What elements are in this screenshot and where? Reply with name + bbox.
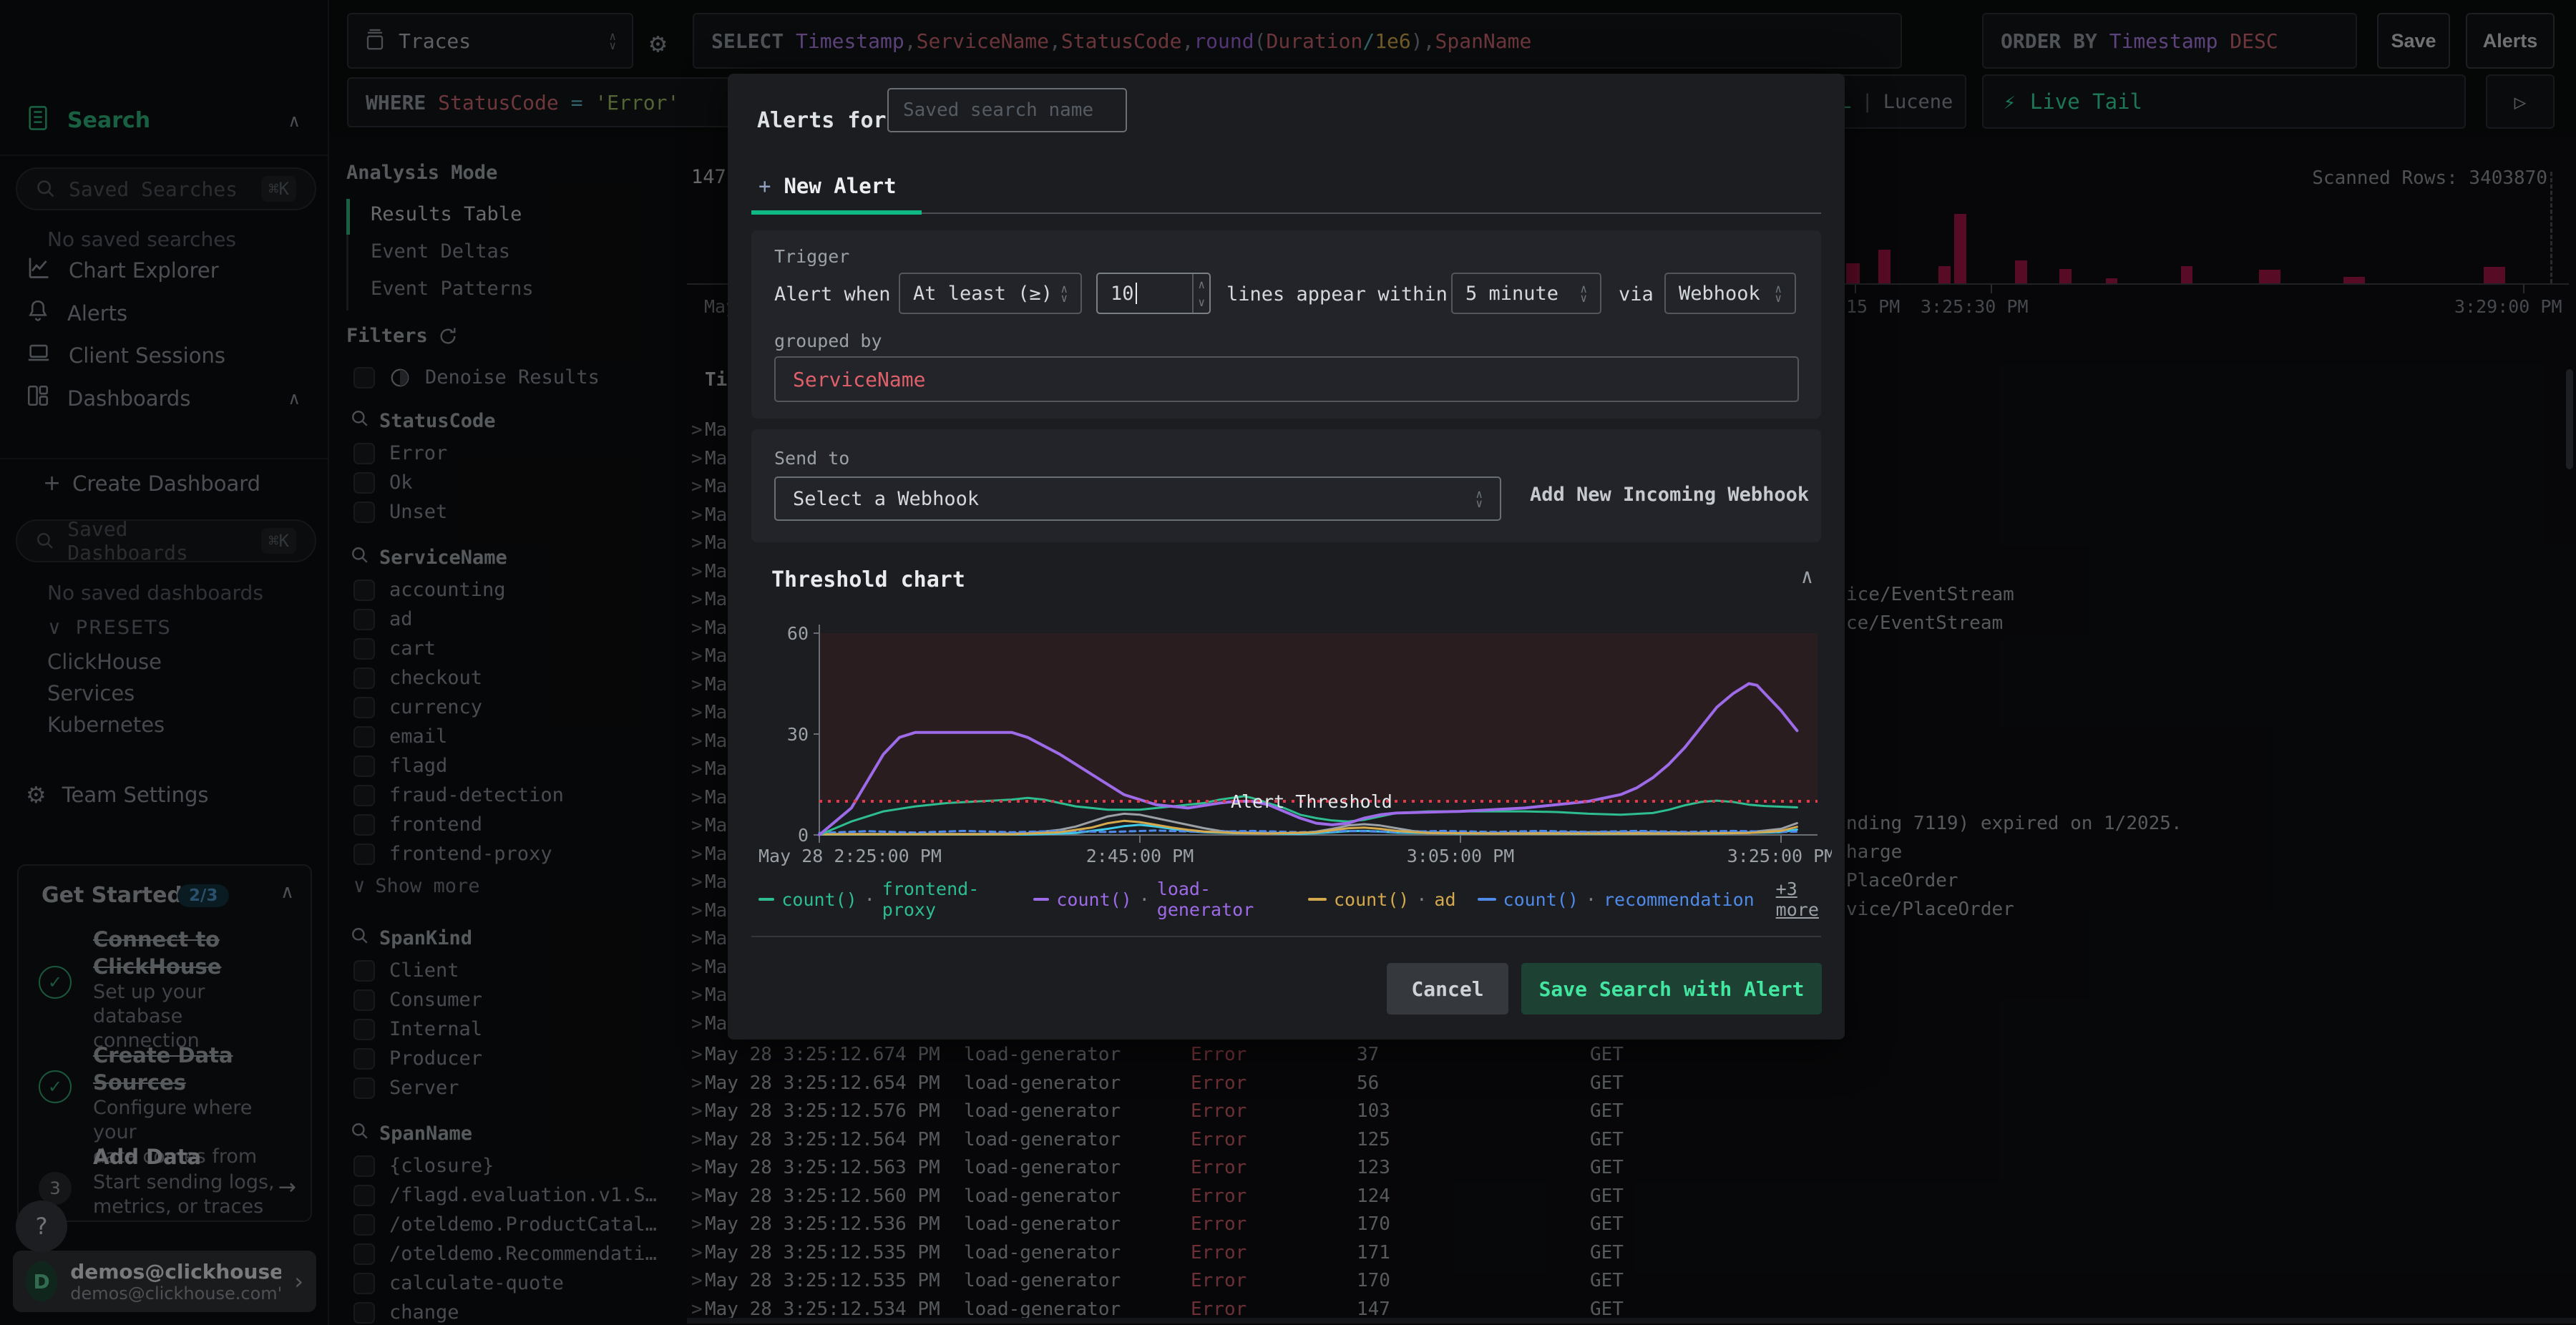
x-tick-label: 3:05:00 PM (1407, 846, 1515, 866)
x-tick-label: 2:45:00 PM (1086, 846, 1194, 866)
threshold-chart-title: Threshold chart (771, 567, 965, 592)
chevron-updown-icon: ∧ ∨ (1775, 282, 1782, 305)
grouped-by-label: grouped by (774, 331, 882, 351)
grouped-by-input[interactable]: ServiceName (774, 356, 1799, 402)
webhook-select[interactable]: Select a Webhook ∧ ∨ (774, 476, 1501, 521)
legend-separator: · (1585, 889, 1596, 910)
legend-separator: · (1138, 889, 1150, 910)
legend-swatch (1477, 898, 1496, 901)
collapse-chevron-icon[interactable]: ∧ (1801, 564, 1813, 588)
tab-new-alert[interactable]: + New Alert (758, 174, 897, 198)
legend-group: load-generator (1156, 879, 1254, 920)
app-root: HyperDX Traces ∧∨ ⚙ SELECT Timestamp,Ser… (0, 0, 2576, 1325)
send-to-label: Send to (774, 448, 850, 469)
chevron-updown-icon: ∧ ∨ (1580, 282, 1587, 305)
add-webhook-button[interactable]: Add New Incoming Webhook (1530, 484, 1809, 506)
chevron-updown-icon: ∧ ∨ (1475, 487, 1483, 510)
x-tick-label: 3:25:00 PM (1727, 846, 1832, 866)
send-to-panel: Send to Select a Webhook ∧ ∨ Add New Inco… (751, 429, 1821, 542)
dialog-title: Alerts for (757, 108, 887, 133)
tab-label: New Alert (784, 174, 897, 198)
threshold-chart: 0 30 60 May 28 2:25:00 PM 2:45:00 PM 3:05:00 … (758, 623, 1832, 866)
legend-fn: count() (1503, 889, 1579, 910)
x-tick-label: May 28 2:25:00 PM (758, 846, 942, 866)
trigger-label: Trigger (774, 246, 850, 267)
y-tick-label: 30 (787, 724, 809, 745)
chart-legend: count() · frontend-proxy count() · load-gener… (758, 879, 1845, 920)
save-search-with-alert-button[interactable]: Save Search with Alert (1521, 963, 1822, 1014)
chevron-updown-icon: ∧ ∨ (1060, 282, 1068, 305)
legend-group: ad (1434, 889, 1456, 910)
window-value: 5 minute (1465, 282, 1559, 305)
legend-group: recommendation (1603, 889, 1755, 910)
footer-divider (751, 936, 1821, 937)
window-select[interactable]: 5 minute ∧ ∨ (1451, 273, 1601, 314)
saved-search-name-input[interactable]: Saved search name (887, 88, 1127, 132)
text-caret (1135, 283, 1137, 304)
above-threshold-region (819, 633, 1818, 801)
legend-separator: · (1416, 889, 1428, 910)
legend-item: count() · recommendation (1477, 889, 1755, 910)
lines-appear-text: lines appear within (1226, 283, 1448, 305)
number-stepper[interactable]: ∧ ∨ (1192, 274, 1209, 313)
legend-swatch (1308, 898, 1327, 901)
condition-select[interactable]: At least (≥) ∧ ∨ (899, 273, 1082, 314)
y-tick-label: 0 (798, 825, 809, 846)
webhook-placeholder: Select a Webhook (793, 487, 980, 510)
alerts-dialog: Alerts for Saved search name + New Alert… (728, 74, 1845, 1040)
threshold-input[interactable]: 10 ∧ ∨ (1096, 273, 1211, 314)
threshold-value: 10 (1111, 282, 1134, 305)
legend-item: count() · load-generator (1033, 879, 1287, 920)
name-placeholder: Saved search name (903, 99, 1094, 121)
legend-swatch (758, 898, 775, 901)
legend-fn: count() (1056, 889, 1132, 910)
legend-more-button[interactable]: +3 more (1776, 879, 1845, 920)
plus-icon: + (758, 174, 771, 198)
y-tick-label: 60 (787, 623, 809, 644)
alert-threshold-label: Alert Threshold (1231, 791, 1392, 812)
cancel-button[interactable]: Cancel (1387, 963, 1508, 1014)
channel-select[interactable]: Webhook ∧ ∨ (1664, 273, 1796, 314)
legend-fn: count() (1334, 889, 1410, 910)
alert-when-text: Alert when (774, 283, 891, 305)
legend-swatch (1033, 898, 1050, 901)
condition-value: At least (≥) (913, 282, 1053, 305)
trigger-panel: Trigger Alert when At least (≥) ∧ ∨ 10 ∧ ∨… (751, 230, 1821, 419)
legend-separator: · (864, 889, 875, 910)
legend-item: count() · ad (1308, 889, 1456, 910)
grouped-by-value: ServiceName (793, 367, 926, 391)
active-tab-indicator (751, 210, 922, 215)
legend-fn: count() (781, 889, 857, 910)
legend-group: frontend-proxy (882, 879, 980, 920)
via-text: via (1619, 283, 1654, 305)
legend-item: count() · frontend-proxy (758, 879, 1012, 920)
channel-value: Webhook (1679, 282, 1760, 305)
